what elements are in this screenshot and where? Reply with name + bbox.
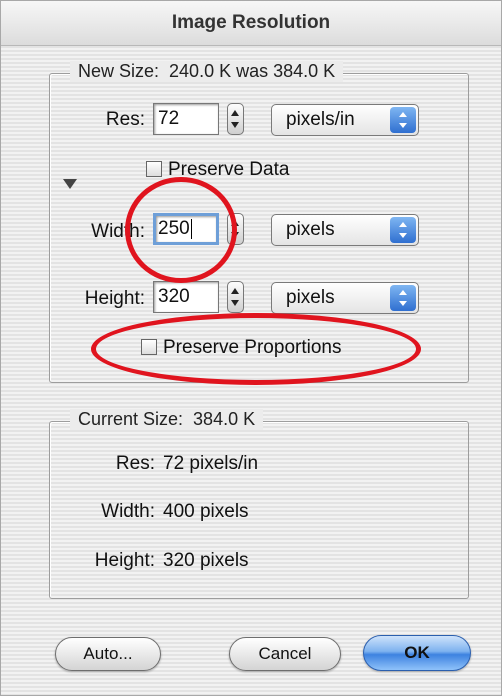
cancel-button[interactable]: Cancel bbox=[229, 637, 341, 671]
image-resolution-dialog: Image Resolution New Size: 240.0 K was 38… bbox=[0, 0, 502, 696]
width-value: 250 bbox=[158, 218, 190, 239]
dialog-title: Image Resolution bbox=[171, 12, 331, 33]
disclosure-triangle-icon[interactable] bbox=[63, 179, 77, 189]
width-unit-popup[interactable]: pixels bbox=[271, 214, 419, 246]
res-label: Res: bbox=[105, 109, 145, 130]
stepper-up-icon bbox=[231, 288, 239, 294]
stepper-down-icon bbox=[231, 300, 239, 306]
preserve-data-checkbox[interactable]: Preserve Data bbox=[146, 159, 289, 181]
width-input[interactable]: 250 bbox=[153, 213, 219, 245]
stepper-down-icon bbox=[231, 232, 239, 238]
height-label: Height: bbox=[84, 288, 145, 309]
new-size-legend: New Size: 240.0 K was 384.0 K bbox=[70, 61, 344, 82]
width-stepper[interactable] bbox=[227, 213, 244, 245]
text-caret bbox=[190, 218, 192, 239]
width-label: Width: bbox=[91, 221, 145, 242]
current-res-value: 72 pixels/in bbox=[163, 453, 259, 474]
width-unit-value: pixels bbox=[286, 219, 335, 240]
current-width-value: 400 pixels bbox=[163, 501, 249, 522]
preserve-data-label: Preserve Data bbox=[168, 159, 290, 180]
stepper-up-icon bbox=[231, 110, 239, 116]
height-unit-popup[interactable]: pixels bbox=[271, 282, 419, 314]
preserve-data-box[interactable] bbox=[146, 161, 162, 177]
current-size-value: 384.0 K bbox=[193, 409, 256, 429]
current-height-value: 320 pixels bbox=[163, 550, 249, 571]
preserve-proportions-box[interactable] bbox=[141, 339, 157, 355]
height-stepper[interactable] bbox=[227, 281, 244, 313]
current-size-label: Current Size: bbox=[78, 409, 184, 429]
current-width-label: Width: bbox=[101, 501, 155, 522]
popup-arrows-icon bbox=[390, 285, 416, 311]
height-unit-value: pixels bbox=[286, 287, 335, 308]
title-bar[interactable]: Image Resolution bbox=[1, 1, 501, 46]
popup-arrows-icon bbox=[390, 217, 416, 243]
auto-button[interactable]: Auto... bbox=[55, 637, 161, 671]
stepper-down-icon bbox=[231, 122, 239, 128]
current-size-legend: Current Size: 384.0 K bbox=[70, 409, 264, 430]
res-unit-value: pixels/in bbox=[286, 109, 355, 130]
res-unit-popup[interactable]: pixels/in bbox=[271, 104, 419, 136]
preserve-proportions-checkbox[interactable]: Preserve Proportions bbox=[141, 337, 341, 359]
new-size-value: 240.0 K was 384.0 K bbox=[169, 61, 336, 81]
new-size-label: New Size: bbox=[78, 61, 160, 81]
ok-button[interactable]: OK bbox=[363, 635, 471, 671]
preserve-proportions-label: Preserve Proportions bbox=[163, 337, 342, 358]
res-input[interactable]: 72 bbox=[153, 103, 219, 135]
res-stepper[interactable] bbox=[227, 103, 244, 135]
height-input[interactable]: 320 bbox=[153, 281, 219, 313]
popup-arrows-icon bbox=[390, 107, 416, 133]
current-res-label: Res: bbox=[115, 453, 155, 474]
current-height-label: Height: bbox=[94, 550, 155, 571]
stepper-up-icon bbox=[231, 220, 239, 226]
